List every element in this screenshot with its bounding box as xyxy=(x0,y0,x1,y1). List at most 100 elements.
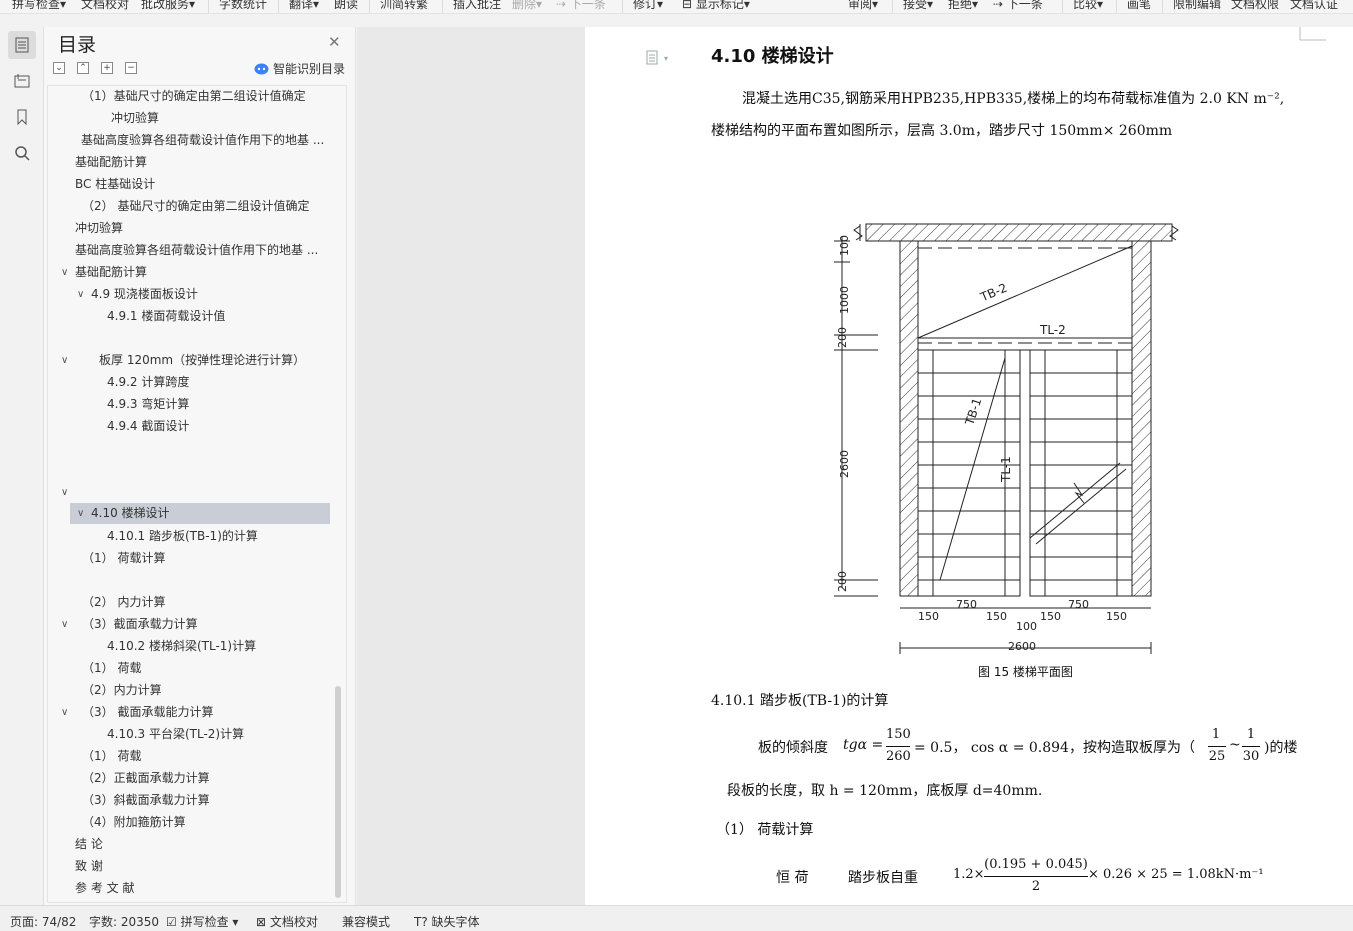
show-markup-button[interactable]: ⊟ 显示标记▾ xyxy=(682,0,750,12)
dim-750b: 750 xyxy=(1068,598,1089,611)
toc-item[interactable]: 基础配筋计算 xyxy=(75,262,147,283)
chevron-down-icon[interactable]: ∨ xyxy=(61,702,68,723)
read-aloud-button[interactable]: 朗读 xyxy=(334,0,358,12)
review-pane-button[interactable]: 审阅▾ xyxy=(848,0,878,12)
smart-toc-button[interactable]: 智能识别目录 xyxy=(254,60,345,77)
formula-text: ~ xyxy=(1229,737,1241,753)
toc-tab-button[interactable] xyxy=(8,31,36,59)
add-heading-button[interactable]: + xyxy=(101,62,113,74)
load-heading: （1） 荷载计算 xyxy=(716,822,814,838)
chevron-down-icon[interactable]: ∨ xyxy=(61,614,68,635)
toc-item[interactable]: 4.9 现浇楼面板设计 xyxy=(91,284,198,305)
simplified-traditional-button[interactable]: 汌简转繁 xyxy=(380,0,428,12)
reject-button[interactable]: 拒绝▾ xyxy=(948,0,978,12)
find-button[interactable] xyxy=(8,139,36,167)
track-changes-button[interactable]: 修订▾ xyxy=(633,0,663,12)
toc-item[interactable]: 4.9.2 计算跨度 xyxy=(107,372,189,393)
page-options-icon[interactable]: ▾ xyxy=(646,50,674,66)
missing-font-status[interactable]: T? 缺失字体 xyxy=(414,913,480,930)
pen-button[interactable]: 画笔 xyxy=(1127,0,1151,12)
page-indicator[interactable]: 页面: 74/82 xyxy=(10,913,76,930)
formula-tg: tgα = xyxy=(843,737,884,753)
spell-check-status[interactable]: ☑ 拼写检查 ▾ xyxy=(166,913,238,930)
dim-2600v: 2600 xyxy=(838,450,851,478)
review-service-button[interactable]: 批改服务▾ xyxy=(141,0,195,12)
doc-certify-button[interactable]: 文档认证 xyxy=(1290,0,1338,12)
toc-item[interactable]: （3）截面承载力计算 xyxy=(82,614,198,635)
spell-check-button[interactable]: 拼写检查▾ xyxy=(12,0,66,12)
chevron-down-icon[interactable]: ∨ xyxy=(61,350,68,371)
toc-item[interactable]: （2） 基础尺寸的确定由第二组设计值确定 xyxy=(82,196,309,217)
dim-150c: 150 xyxy=(1040,610,1061,623)
compare-button[interactable]: 比较▾ xyxy=(1073,0,1103,12)
restrict-editing-button[interactable]: 限制编辑 xyxy=(1173,0,1221,12)
dim-150a: 150 xyxy=(918,610,939,623)
toc-item[interactable]: 冲切验算 xyxy=(111,108,159,129)
toc-item[interactable]: 4.10.2 楼梯斜梁(TL-1)计算 xyxy=(107,636,256,657)
toc-item[interactable]: （2）正截面承载力计算 xyxy=(82,768,210,789)
chevron-down-icon[interactable]: ∨ xyxy=(77,284,84,305)
toc-item[interactable]: 基础高度验算各组荷载设计值作用下的地基 ... xyxy=(81,130,331,151)
toc-item[interactable]: 4.10.1 踏步板(TB-1)的计算 xyxy=(107,526,258,547)
toc-item[interactable]: 4.9.1 楼面荷载设计值 xyxy=(107,306,225,327)
toc-item[interactable]: 致 谢 xyxy=(75,856,103,877)
paragraph-text: 段板的长度，取 h = 120mm，底板厚 d=40mm. xyxy=(727,783,1043,799)
word-count[interactable]: 字数: 20350 xyxy=(89,913,159,930)
expand-up-button[interactable]: ⌃ xyxy=(77,62,89,74)
toc-item[interactable]: （3） 截面承载能力计算 xyxy=(82,702,213,723)
formula-text: 1.2× xyxy=(953,867,985,882)
doc-proof-status[interactable]: ⊠ 文档校对 xyxy=(256,913,318,930)
toc-item[interactable]: （1）基础尺寸的确定由第二组设计值确定 xyxy=(82,86,306,107)
toc-item[interactable]: 冲切验算 xyxy=(75,218,123,239)
close-icon[interactable]: ✕ xyxy=(328,33,341,51)
fraction-bar xyxy=(886,746,910,747)
toc-item[interactable]: （1） 荷载 xyxy=(82,658,141,679)
next-comment-button[interactable]: ⇢ 下一条 xyxy=(556,0,606,12)
frac-num: 1 xyxy=(1246,727,1256,742)
frac-den: 260 xyxy=(886,749,911,764)
formula-text: )的楼 xyxy=(1264,740,1298,756)
toc-item[interactable]: 基础配筋计算 xyxy=(75,152,147,173)
toc-item[interactable]: （2）内力计算 xyxy=(82,680,162,701)
remove-heading-button[interactable]: − xyxy=(125,62,137,74)
collapse-all-button[interactable]: ⌄ xyxy=(53,62,65,74)
delete-comment-button[interactable]: 删除▾ xyxy=(512,0,542,12)
chevron-down-icon[interactable]: ∨ xyxy=(77,503,84,524)
chevron-down-icon[interactable]: ∨ xyxy=(61,262,68,283)
toc-item[interactable]: （1） 荷载 xyxy=(82,746,141,767)
paragraph-text: 恒 荷 xyxy=(776,870,809,886)
dim-750a: 750 xyxy=(956,598,977,611)
toc-item[interactable]: 基础高度验算各组荷载设计值作用下的地基 ... xyxy=(75,240,325,261)
toc-item[interactable]: BC 柱基础设计 xyxy=(75,174,155,195)
word-count-button[interactable]: 字数统计 xyxy=(219,0,267,12)
toc-item[interactable]: 4.10.3 平台梁(TL-2)计算 xyxy=(107,724,244,745)
label-tl2: TL-2 xyxy=(1039,323,1066,337)
label-tb1: TB-1 xyxy=(962,396,984,427)
accept-button[interactable]: 接受▾ xyxy=(903,0,933,12)
frac-den: 30 xyxy=(1242,749,1260,764)
insert-comment-button[interactable]: 插入批注 xyxy=(453,0,501,12)
toc-item[interactable]: 4.9.4 截面设计 xyxy=(107,416,189,437)
toc-item[interactable]: （4）附加箍筋计算 xyxy=(82,812,186,833)
nav-rail xyxy=(0,27,44,905)
toc-item[interactable]: 4.9.3 弯矩计算 xyxy=(107,394,189,415)
toc-item[interactable]: 结 论 xyxy=(75,834,103,855)
section-heading: 4.10 楼梯设计 xyxy=(711,46,834,67)
toc-item[interactable]: 参 考 文 献 xyxy=(75,878,134,899)
toc-item-selected[interactable]: 4.10 楼梯设计 xyxy=(70,503,330,524)
bookmark-button[interactable] xyxy=(8,103,36,131)
translate-button[interactable]: 翻译▾ xyxy=(289,0,319,12)
toc-scrollbar[interactable] xyxy=(335,686,341,898)
frac-num: (0.195 + 0.045) xyxy=(984,857,1088,872)
toc-item[interactable]: （1） 荷载计算 xyxy=(82,548,165,569)
toc-item[interactable]: （2） 内力计算 xyxy=(82,592,165,613)
doc-proof-button[interactable]: 文档校对 xyxy=(81,0,129,12)
toc-item[interactable]: 板厚 120mm（按弹性理论进行计算） xyxy=(99,350,305,371)
search-icon xyxy=(15,146,30,161)
dim-100: 100 xyxy=(838,235,851,256)
chevron-down-icon[interactable]: ∨ xyxy=(61,482,68,503)
next-change-button[interactable]: ⇢ 下一条 xyxy=(993,0,1043,12)
chapter-nav-button[interactable] xyxy=(8,67,36,95)
doc-permission-button[interactable]: 文档权限 xyxy=(1231,0,1279,12)
toc-item[interactable]: （3）斜截面承载力计算 xyxy=(82,790,210,811)
